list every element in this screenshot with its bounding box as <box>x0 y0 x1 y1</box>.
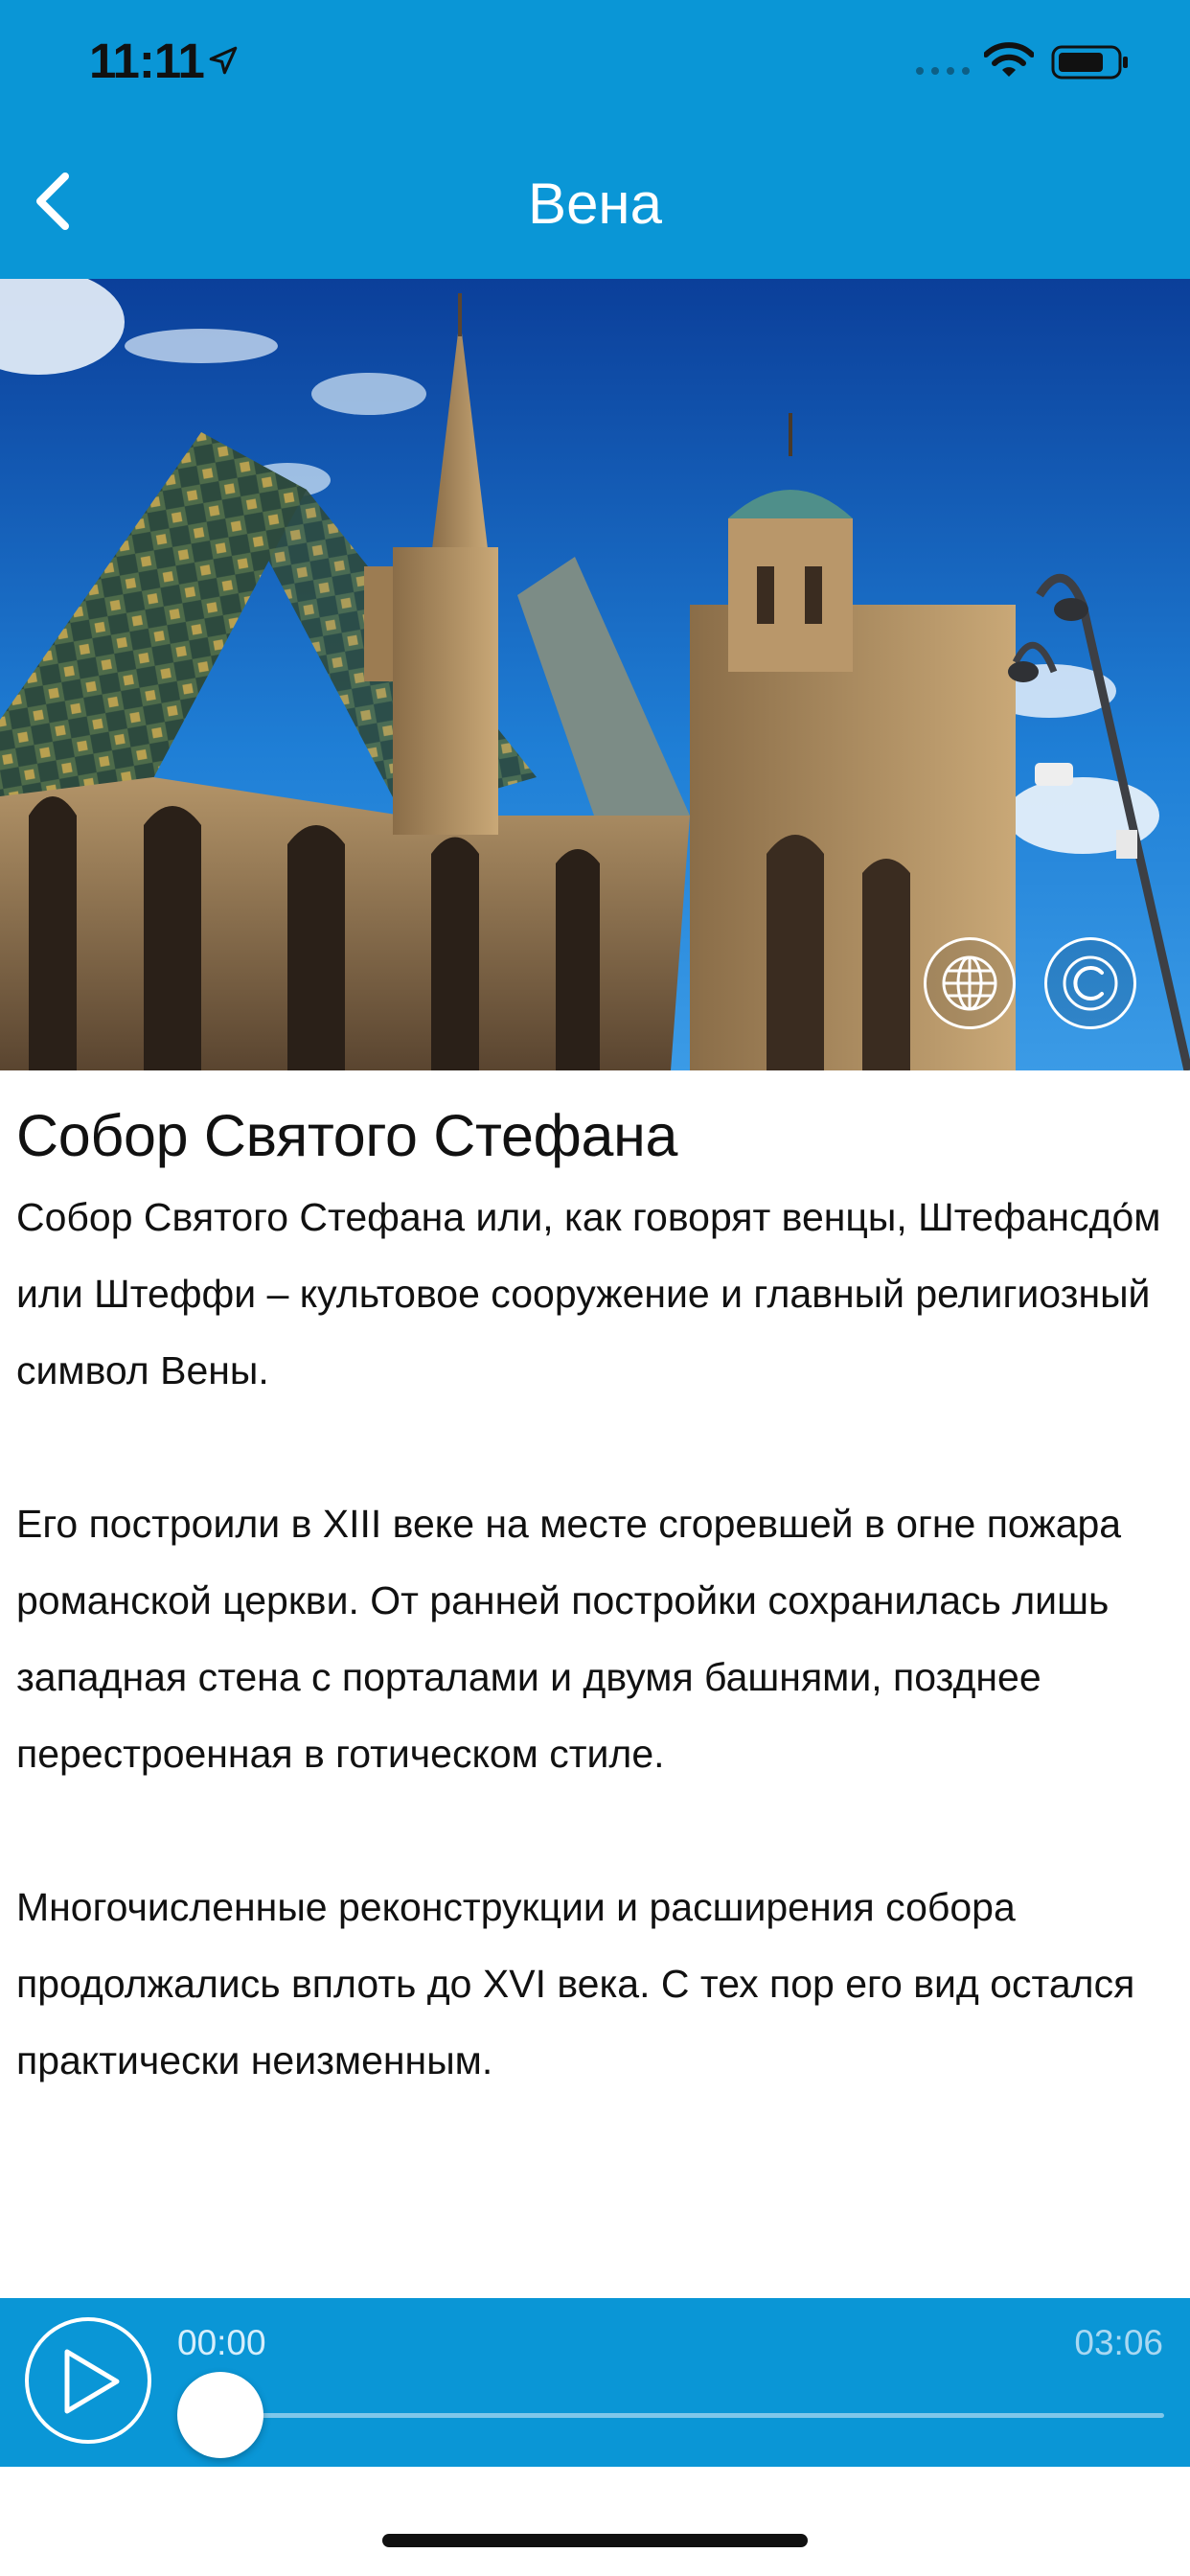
total-time: 03:06 <box>1074 2323 1163 2362</box>
article: Собор Святого Стефана Собор Святого Стеф… <box>16 1092 1176 2175</box>
progress-thumb[interactable] <box>177 2372 263 2458</box>
copyright-icon <box>1063 955 1118 1011</box>
battery-icon <box>1051 45 1128 80</box>
wifi-icon <box>984 42 1034 77</box>
cellular-signal-icon <box>916 67 970 75</box>
hero-image <box>0 279 1190 1070</box>
website-button[interactable] <box>924 937 1016 1029</box>
progress-track[interactable] <box>220 2413 1164 2418</box>
screen: 11:11 Вена Собор Святого Стефана Собор С… <box>0 0 1190 2576</box>
location-arrow-icon <box>209 46 238 75</box>
nav-title: Вена <box>528 172 662 236</box>
copyright-button[interactable] <box>1044 937 1136 1029</box>
play-icon <box>64 2349 120 2414</box>
article-body: Собор Святого Стефана или, как говорят в… <box>16 1179 1176 2099</box>
status-bar: 11:11 <box>0 0 1190 126</box>
header: 11:11 Вена <box>0 0 1190 279</box>
globe-icon <box>942 955 997 1011</box>
article-paragraph: Его построили в XIII веке на месте сгоре… <box>16 1502 1122 1776</box>
cathedral-photo <box>0 279 1190 1070</box>
audio-player: 00:00 03:06 <box>0 2298 1190 2467</box>
nav-bar: Вена <box>0 126 1190 279</box>
status-time: 11:11 <box>89 34 205 88</box>
article-title: Собор Святого Стефана <box>16 1103 678 1168</box>
article-paragraph: Многочисленные реконструкции и расширени… <box>16 1885 1135 2082</box>
play-button[interactable] <box>25 2317 151 2444</box>
current-time: 00:00 <box>177 2323 266 2362</box>
article-paragraph: Собор Святого Стефана или, как говорят в… <box>16 1195 1161 1392</box>
home-indicator[interactable] <box>382 2534 808 2547</box>
